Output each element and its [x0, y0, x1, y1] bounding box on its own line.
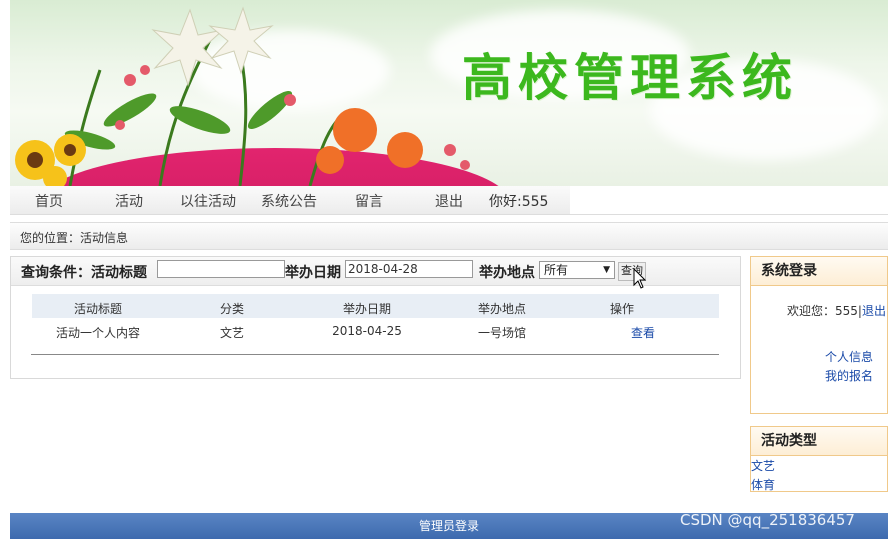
- cell-title: 活动一个人内容: [55, 326, 141, 340]
- cell-category: 文艺: [219, 326, 245, 340]
- query-conditions-label: 查询条件：活动标题: [21, 265, 147, 281]
- view-link[interactable]: 查看: [631, 324, 655, 341]
- welcome-text: 欢迎您：555|: [787, 304, 862, 318]
- breadcrumb-text: 您的位置：活动信息: [20, 231, 129, 245]
- location-label: 举办地点: [479, 265, 535, 281]
- date-label: 举办日期: [285, 265, 341, 281]
- table-header: 活动标题 分类 举办日期 举办地点 操作: [32, 294, 719, 318]
- mouse-cursor-icon: [633, 268, 647, 289]
- nav-home[interactable]: 首页: [35, 191, 63, 211]
- activity-list-panel: 查询条件：活动标题 举办日期 举办地点 所有 ▼ 查询 活动标题 分类 举办日期…: [10, 256, 741, 379]
- category-item-sports[interactable]: 体育: [751, 476, 775, 493]
- location-select[interactable]: 所有 ▼: [539, 261, 615, 279]
- header-banner: 高校管理系统: [10, 0, 888, 186]
- category-panel: 活动类型 文艺 体育: [750, 426, 888, 492]
- nav-past-activities[interactable]: 以往活动: [180, 191, 236, 211]
- date-input[interactable]: [345, 260, 473, 278]
- admin-login-link[interactable]: 管理员登录: [419, 519, 479, 533]
- welcome-line: 欢迎您：555|退出: [787, 302, 886, 319]
- nav-messages[interactable]: 留言: [355, 191, 383, 211]
- breadcrumb: 您的位置：活动信息: [10, 222, 888, 250]
- category-item-arts[interactable]: 文艺: [751, 457, 775, 474]
- nav-logout[interactable]: 退出: [435, 191, 463, 211]
- title-search-input[interactable]: [157, 260, 285, 278]
- query-bar: 查询条件：活动标题 举办日期 举办地点 所有 ▼ 查询: [11, 257, 740, 286]
- user-greeting: 你好:555: [489, 194, 549, 210]
- column-header-location: 举办地点: [477, 302, 527, 316]
- nav-activities[interactable]: 活动: [115, 191, 143, 211]
- nav-announcements[interactable]: 系统公告: [261, 191, 317, 211]
- dropdown-arrow-icon: ▼: [603, 265, 610, 275]
- cell-date: 2018-04-25: [332, 324, 402, 338]
- category-panel-title: 活动类型: [751, 427, 887, 456]
- column-header-title: 活动标题: [73, 302, 123, 316]
- login-panel: 系统登录 欢迎您：555|退出 个人信息 我的报名: [750, 256, 888, 414]
- profile-link[interactable]: 个人信息: [825, 348, 873, 365]
- login-panel-title: 系统登录: [751, 257, 887, 286]
- panel-logout-link[interactable]: 退出: [862, 304, 886, 318]
- csdn-watermark: CSDN @qq_251836457: [680, 511, 855, 529]
- column-header-category: 分类: [219, 302, 245, 316]
- column-header-date: 举办日期: [342, 302, 392, 316]
- column-header-action: 操作: [609, 302, 635, 316]
- location-selected-value: 所有: [544, 263, 569, 277]
- main-nav: 首页 活动 以往活动 系统公告 留言 退出 你好:555: [10, 186, 888, 215]
- my-registrations-link[interactable]: 我的报名: [825, 367, 873, 384]
- flowers-illustration: [15, 6, 470, 186]
- table-divider: [31, 354, 719, 355]
- site-title: 高校管理系统: [462, 48, 798, 107]
- cell-location: 一号场馆: [477, 326, 527, 340]
